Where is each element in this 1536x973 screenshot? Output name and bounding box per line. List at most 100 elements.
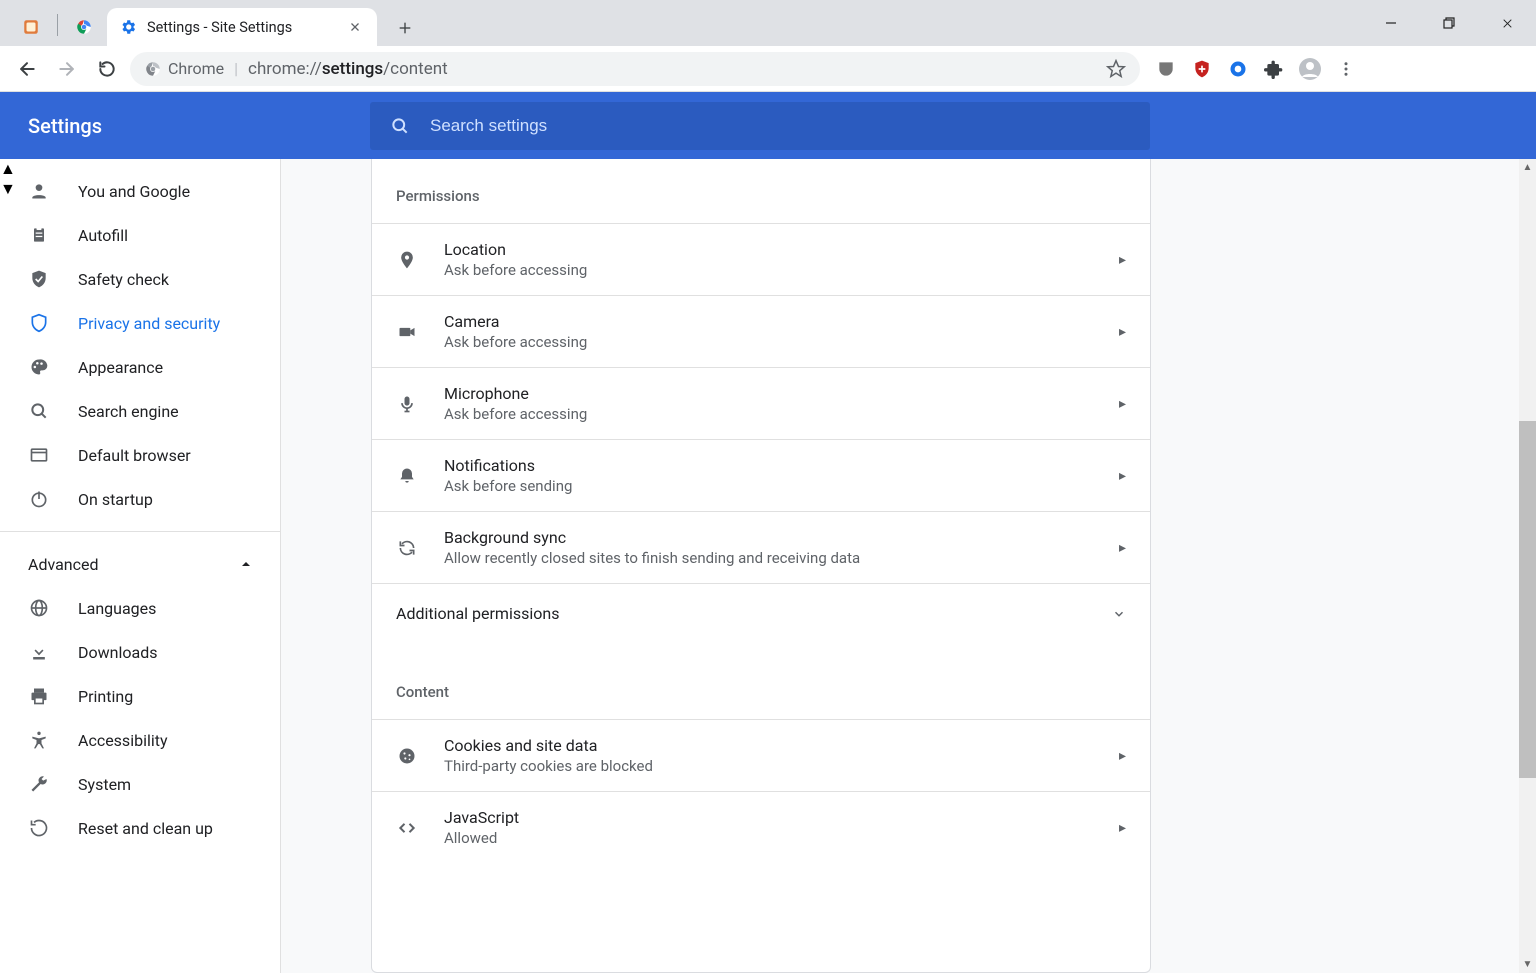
new-tab-button[interactable] (387, 10, 423, 46)
row-notifications[interactable]: Notifications Ask before sending ▸ (372, 439, 1150, 511)
settings-gear-icon (119, 18, 137, 36)
forward-button[interactable] (50, 52, 84, 86)
sync-icon (396, 537, 418, 559)
scrollbar-thumb[interactable] (1519, 421, 1536, 778)
sidebar-item-label: Autofill (78, 226, 128, 245)
omnibox-url: chrome://settings/content (248, 59, 448, 79)
window-minimize-button[interactable] (1362, 0, 1420, 46)
extension-icons (1152, 55, 1360, 83)
sidebar-item-appearance[interactable]: Appearance (0, 345, 280, 389)
sidebar-item-printing[interactable]: Printing (0, 674, 280, 718)
browser-menu-icon[interactable] (1332, 55, 1360, 83)
row-title: Location (444, 240, 1119, 259)
row-additional-permissions[interactable]: Additional permissions (372, 583, 1150, 643)
row-title: Cookies and site data (444, 736, 1119, 755)
content-scrollbar[interactable]: ▲ ▼ (1519, 159, 1536, 973)
row-microphone[interactable]: MicrophoneAsk before accessing ▸ (372, 367, 1150, 439)
window-controls (1362, 0, 1536, 46)
row-cookies[interactable]: Cookies and site dataThird-party cookies… (372, 719, 1150, 791)
download-icon (28, 641, 50, 663)
window-close-button[interactable] (1478, 0, 1536, 46)
row-subtitle: Ask before accessing (444, 405, 1119, 423)
site-info-button[interactable]: Chrome (144, 59, 224, 78)
pinned-tab-2[interactable] (61, 8, 107, 46)
tab-separator (57, 14, 58, 36)
sidebar-item-label: Downloads (78, 643, 157, 662)
camera-icon (396, 321, 418, 343)
pinned-tab-2-favicon (75, 18, 93, 36)
globe-icon (28, 597, 50, 619)
back-button[interactable] (10, 52, 44, 86)
row-subtitle: Allow recently closed sites to finish se… (444, 549, 1119, 567)
sidebar-item-label: Privacy and security (78, 314, 220, 333)
location-pin-icon (396, 249, 418, 271)
sidebar-item-downloads[interactable]: Downloads (0, 630, 280, 674)
sidebar-item-accessibility[interactable]: Accessibility (0, 718, 280, 762)
permissions-header: Permissions (372, 159, 1150, 223)
sidebar-item-label: Search engine (78, 402, 179, 421)
row-title: Notifications (444, 456, 1119, 475)
scroll-up-icon[interactable]: ▲ (1519, 159, 1536, 176)
chevron-right-icon: ▸ (1119, 468, 1126, 484)
bookmark-star-icon[interactable] (1106, 59, 1126, 79)
extensions-menu-icon[interactable] (1260, 55, 1288, 83)
row-location[interactable]: LocationAsk before accessing ▸ (372, 223, 1150, 295)
row-background-sync[interactable]: Background sync Allow recently closed sit… (372, 511, 1150, 583)
row-javascript[interactable]: JavaScriptAllowed ▸ (372, 791, 1150, 863)
sidebar-item-safety-check[interactable]: Safety check (0, 257, 280, 301)
sidebar-item-languages[interactable]: Languages (0, 586, 280, 630)
search-icon (390, 116, 410, 136)
content-header: Content (372, 643, 1150, 719)
profile-avatar-icon[interactable] (1296, 55, 1324, 83)
extension-shield-red-icon[interactable] (1188, 55, 1216, 83)
window-maximize-button[interactable] (1420, 0, 1478, 46)
sidebar-item-label: Printing (78, 687, 133, 706)
power-icon (28, 488, 50, 510)
clipboard-icon (28, 224, 50, 246)
microphone-icon (396, 393, 418, 415)
extension-circle-blue-icon[interactable] (1224, 55, 1252, 83)
tab-close-icon[interactable] (345, 17, 365, 37)
sidebar-item-label: Accessibility (78, 731, 168, 750)
chevron-down-icon (1112, 607, 1126, 621)
cookie-icon (396, 745, 418, 767)
active-tab[interactable]: Settings - Site Settings (107, 8, 377, 46)
sidebar-item-privacy-security[interactable]: Privacy and security (0, 301, 280, 345)
sidebar-item-autofill[interactable]: Autofill (0, 213, 280, 257)
address-bar[interactable]: Chrome | chrome://settings/content (130, 52, 1140, 86)
settings-sidebar: You and Google Autofill Safety check Pri… (0, 159, 280, 973)
chevron-right-icon: ▸ (1119, 324, 1126, 340)
wrench-icon (28, 773, 50, 795)
shield-icon (28, 312, 50, 334)
settings-search[interactable] (370, 102, 1150, 150)
shield-check-icon (28, 268, 50, 290)
chevron-right-icon: ▸ (1119, 820, 1126, 836)
browser-window-icon (28, 444, 50, 466)
sidebar-item-system[interactable]: System (0, 762, 280, 806)
sidebar-item-label: Reset and clean up (78, 819, 213, 838)
scroll-down-icon[interactable]: ▼ (1519, 956, 1536, 973)
pinned-tab-1[interactable] (8, 8, 54, 46)
sidebar-item-label: Default browser (78, 446, 191, 465)
row-subtitle: Ask before sending (444, 477, 1119, 495)
settings-title: Settings (28, 114, 370, 138)
sidebar-item-default-browser[interactable]: Default browser (0, 433, 280, 477)
omnibox-origin-label: Chrome (168, 59, 224, 78)
row-subtitle: Ask before accessing (444, 333, 1119, 351)
code-icon (396, 817, 418, 839)
sidebar-item-reset[interactable]: Reset and clean up (0, 806, 280, 850)
row-title: Microphone (444, 384, 1119, 403)
sidebar-advanced-toggle[interactable]: Advanced (0, 542, 280, 586)
extension-ublock-icon[interactable] (1152, 55, 1180, 83)
sidebar-item-you-and-google[interactable]: You and Google (0, 169, 280, 213)
sidebar-item-on-startup[interactable]: On startup (0, 477, 280, 521)
row-title: Additional permissions (396, 604, 1112, 623)
settings-search-input[interactable] (428, 115, 1130, 137)
row-camera[interactable]: CameraAsk before accessing ▸ (372, 295, 1150, 367)
chevron-right-icon: ▸ (1119, 748, 1126, 764)
tab-strip: Settings - Site Settings (0, 0, 1536, 46)
sidebar-item-search-engine[interactable]: Search engine (0, 389, 280, 433)
row-title: Background sync (444, 528, 1119, 547)
reload-button[interactable] (90, 52, 124, 86)
sidebar-item-label: Safety check (78, 270, 169, 289)
